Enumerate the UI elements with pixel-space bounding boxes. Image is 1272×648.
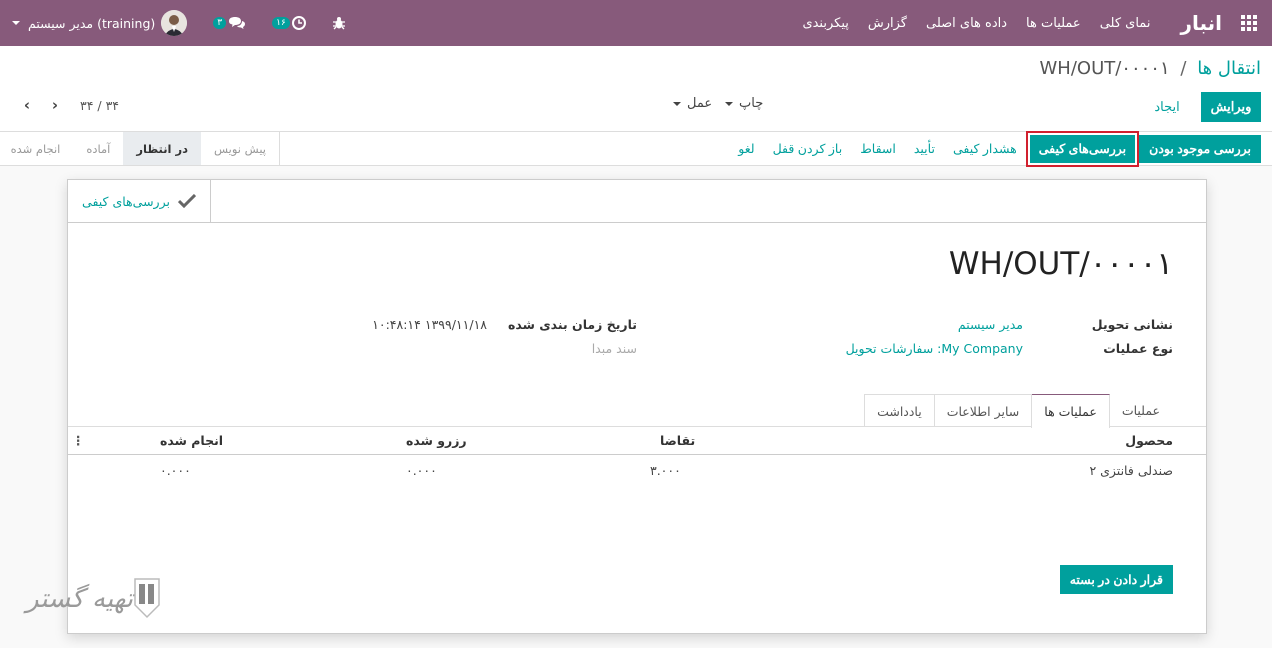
breadcrumb-current: WH/OUT/۰۰۰۰۱	[1039, 58, 1170, 79]
scheduled-date-value: ۱۳۹۹/۱۱/۱۸ ۱۰:۴۸:۱۴	[372, 317, 487, 332]
logo-icon	[134, 578, 160, 619]
column-done[interactable]: انجام شده	[160, 433, 223, 448]
table-header: محصول تقاضا رزرو شده انجام شده ⋮	[68, 427, 1206, 455]
stage-done[interactable]: انجام شده	[0, 132, 73, 165]
confirm-button[interactable]: تأیید	[905, 135, 944, 163]
unlock-button[interactable]: باز کردن قفل	[764, 135, 852, 163]
pager-value[interactable]: ۳۴ / ۳۴	[80, 98, 119, 113]
top-navbar: انبار نمای کلی عملیات ها داده های اصلی گ…	[0, 0, 1272, 46]
scrap-button[interactable]: اسقاط	[851, 135, 905, 163]
edit-button[interactable]: ویرایش	[1201, 92, 1261, 122]
delivery-address-value[interactable]: مدیر سیستم	[958, 317, 1023, 332]
pager: ‹ › ۳۴ / ۳۴	[20, 96, 119, 114]
print-dropdown[interactable]: چاپ	[725, 96, 763, 111]
cancel-button[interactable]: لغو	[729, 135, 763, 163]
source-document-placeholder[interactable]: سند مبدا	[592, 341, 637, 356]
scheduled-date-row: تاریخ زمان بندی شده ۱۳۹۹/۱۱/۱۸ ۱۰:۴۸:۱۴	[372, 317, 637, 332]
column-reserved[interactable]: رزرو شده	[406, 433, 467, 448]
status-stages: پیش نویس در انتظار آماده انجام شده	[0, 132, 280, 165]
notebook-tabs: عملیات عملیات ها سایر اطلاعات یادداشت	[864, 394, 1173, 428]
delivery-address-label: نشانی تحویل	[1091, 317, 1173, 332]
status-buttons: بررسی موجود بودن بررسی‌های کیفی هشدار کی…	[729, 130, 1261, 167]
source-document-row: سند مبدا	[592, 341, 637, 356]
bug-icon	[332, 17, 345, 30]
statusbar: بررسی موجود بودن بررسی‌های کیفی هشدار کی…	[0, 130, 1272, 167]
table-row[interactable]: صندلی فانتزی ۲ ۳.۰۰۰ ۰.۰۰۰ ۰.۰۰۰	[68, 456, 1206, 486]
create-button[interactable]: ایجاد	[1142, 92, 1192, 122]
record-title: WH/OUT/۰۰۰۰۱	[948, 246, 1173, 282]
quality-alert-button[interactable]: هشدار کیفی	[944, 135, 1026, 163]
cell-demand: ۳.۰۰۰	[650, 463, 681, 478]
messages-button[interactable]: ۳	[213, 16, 246, 30]
quality-checks-smart-button[interactable]: بررسی‌های کیفی	[68, 180, 211, 223]
breadcrumb: انتقال ها / WH/OUT/۰۰۰۰۱	[1040, 58, 1262, 79]
action-label: عمل	[687, 96, 713, 111]
column-demand[interactable]: تقاضا	[660, 433, 695, 448]
cell-done: ۰.۰۰۰	[160, 463, 191, 478]
cell-reserved: ۰.۰۰۰	[406, 463, 437, 478]
stage-ready[interactable]: آماده	[73, 132, 123, 165]
operation-type-value[interactable]: My Company: سفارشات تحویل	[846, 341, 1023, 356]
navbar-systray: مدیر سیستم (training) ۳ ۱۶	[12, 0, 372, 46]
menu-overview[interactable]: نمای کلی	[1100, 16, 1151, 31]
operation-type-label: نوع عملیات	[1103, 341, 1173, 356]
caret-down-icon	[673, 101, 681, 106]
print-label: چاپ	[739, 96, 764, 111]
stage-draft[interactable]: پیش نویس	[201, 132, 279, 165]
put-in-pack-button[interactable]: قرار دادن در بسته	[1059, 565, 1173, 594]
user-name: مدیر سیستم (training)	[28, 15, 156, 31]
menu-master-data[interactable]: داده های اصلی	[926, 16, 1007, 31]
tab-operations[interactable]: عملیات ها	[1031, 394, 1110, 428]
quality-checks-button[interactable]: بررسی‌های کیفی	[1025, 130, 1140, 167]
column-product[interactable]: محصول	[1125, 433, 1173, 448]
avatar	[161, 10, 188, 36]
delivery-address-row: نشانی تحویل مدیر سیستم	[958, 317, 1173, 332]
action-dropdown[interactable]: عمل	[673, 96, 712, 111]
tab-note[interactable]: یادداشت	[864, 394, 935, 427]
breadcrumb-separator: /	[1180, 58, 1187, 79]
stage-waiting[interactable]: در انتظار	[123, 132, 201, 165]
apps-menu-icon[interactable]	[1226, 0, 1272, 46]
cell-product: صندلی فانتزی ۲	[1089, 463, 1173, 478]
activities-button[interactable]: ۱۶	[272, 16, 306, 30]
caret-down-icon	[725, 101, 733, 106]
watermark-text: تهیه گستر	[26, 584, 134, 614]
caret-down-icon	[12, 21, 20, 25]
breadcrumb-transfers-link[interactable]: انتقال ها	[1197, 58, 1261, 79]
clock-icon	[291, 16, 306, 30]
watermark-logo: تهیه گستر	[22, 577, 161, 621]
tab-operations-detail[interactable]: عملیات	[1109, 394, 1173, 427]
chat-icon	[229, 17, 246, 29]
check-availability-button[interactable]: بررسی موجود بودن	[1139, 134, 1261, 163]
optional-columns-icon[interactable]: ⋮	[72, 433, 85, 448]
form-sheet: بررسی‌های کیفی WH/OUT/۰۰۰۰۱ نشانی تحویل …	[67, 179, 1207, 634]
app-brand[interactable]: انبار	[1180, 11, 1222, 35]
menu-reporting[interactable]: گزارش	[868, 16, 907, 31]
divider	[211, 222, 1206, 223]
control-panel: انتقال ها / WH/OUT/۰۰۰۰۱ ویرایش ایجاد چا…	[0, 46, 1272, 132]
messages-badge: ۳	[213, 17, 227, 29]
smart-button-label: بررسی‌های کیفی	[82, 193, 170, 209]
tab-additional-info[interactable]: سایر اطلاعات	[933, 394, 1033, 427]
activities-badge: ۱۶	[272, 17, 290, 29]
scheduled-date-label: تاریخ زمان بندی شده	[507, 317, 637, 332]
debug-button[interactable]	[332, 16, 346, 30]
operation-type-row: نوع عملیات My Company: سفارشات تحویل	[846, 341, 1173, 356]
user-menu[interactable]: مدیر سیستم (training)	[12, 10, 188, 36]
menu-configuration[interactable]: پیکربندی	[802, 16, 848, 31]
check-icon	[177, 194, 196, 208]
pager-next-icon[interactable]: ›	[48, 96, 62, 114]
pager-prev-icon[interactable]: ‹	[20, 96, 34, 114]
menu-operations[interactable]: عملیات ها	[1026, 16, 1081, 31]
